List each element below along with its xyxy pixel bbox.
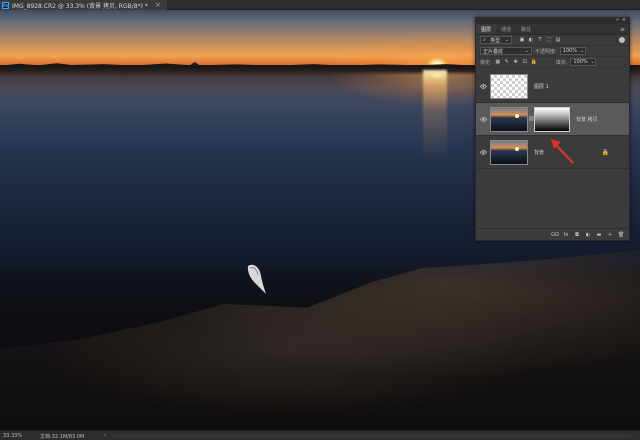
opacity-value: 100% [562,48,577,54]
layer-mask-thumbnail[interactable] [534,106,570,132]
layer-name[interactable]: 背景 [534,149,544,156]
layer-divider [476,168,629,169]
document-tab-title: IMG_8928.CR2 @ 33.3% (背景 拷贝, RGB/8*) * [12,2,148,10]
collapse-panel-icon[interactable]: « [616,17,619,23]
filter-kind-dropdown[interactable]: ⌕ 类型 ⌄ [480,36,512,44]
filter-icons: ▣ ◐ T ⛶ ▤ [519,37,561,43]
lock-icons: ▦ ✎ ✥ ⊡ 🔒 [495,59,537,65]
layer-name[interactable]: 图层 1 [534,83,549,90]
link-layers-icon[interactable]: GO [551,232,559,238]
group-icon[interactable]: ▬ [596,232,602,238]
lock-all-icon[interactable]: 🔒 [531,59,537,65]
lock-transparency-icon[interactable]: ▦ [495,59,501,65]
add-mask-icon[interactable]: ◘ [574,232,580,238]
layers-list: 图层 1 ⛓ 背景 拷贝 背景 🔒 [476,68,629,196]
layer-row[interactable]: 图层 1 [476,72,629,100]
document-tab-bar: Ps IMG_8928.CR2 @ 33.3% (背景 拷贝, RGB/8*) … [0,0,640,10]
panel-tabs: 图层 通道 路径 ≡ [476,24,629,35]
lock-icon[interactable]: 🔒 [602,149,609,156]
search-icon: ⌕ [483,37,486,43]
fill-value: 100% [573,59,588,65]
lock-fill-row: 锁定: ▦ ✎ ✥ ⊡ 🔒 填充: 100% ⌄ [476,57,629,68]
blend-opacity-row: 正片叠底 ⌄ 不透明度: 100% ⌄ [476,46,629,57]
fx-icon[interactable]: fx [563,232,569,238]
chevron-down-icon: ⌄ [504,37,509,43]
layer-row-selected[interactable]: ⛓ 背景 拷贝 [476,103,629,135]
close-tab-icon[interactable]: × [155,1,161,9]
blend-mode-value: 正片叠底 [483,48,504,55]
lock-pixels-icon[interactable]: ✎ [504,59,510,65]
document-size: 文档:32.1M/83.0M [40,434,85,440]
layers-panel: « × 图层 通道 路径 ≡ ⌕ 类型 ⌄ ▣ ◐ T ⛶ ▤ 正片叠底 ⌄ 不… [475,17,630,241]
blend-mode-dropdown[interactable]: 正片叠底 ⌄ [480,47,532,55]
opacity-label: 不透明度: [535,48,557,55]
smart-object-filter-icon[interactable]: ▤ [555,37,561,43]
layer-filter-row: ⌕ 类型 ⌄ ▣ ◐ T ⛶ ▤ [476,35,629,46]
lock-position-icon[interactable]: ✥ [513,59,519,65]
adjustment-filter-icon[interactable]: ◐ [528,37,534,43]
layer-thumbnail-photo [490,106,528,132]
image-filter-icon[interactable]: ▣ [519,37,525,43]
fill-label: 填充: [555,59,568,66]
eye-visibility-icon[interactable] [476,83,490,89]
tab-paths[interactable]: 路径 [516,24,536,34]
horizontal-scrollbar[interactable] [112,434,632,438]
lock-artboard-icon[interactable]: ⊡ [522,59,528,65]
opacity-input[interactable]: 100% ⌄ [559,47,586,55]
filter-toggle[interactable] [619,37,625,43]
status-more-icon[interactable]: › [104,432,106,439]
chevron-down-icon: ⌄ [579,48,585,54]
layer-name[interactable]: 背景 拷贝 [576,116,598,123]
tab-layers[interactable]: 图层 [476,24,497,34]
layer-thumbnail-transparent [490,73,528,99]
fill-input[interactable]: 100% ⌄ [570,58,597,66]
chevron-down-icon: ⌄ [590,59,595,65]
layer-row[interactable]: 背景 🔒 [476,138,629,166]
shape-filter-icon[interactable]: ⛶ [546,37,552,43]
new-layer-icon[interactable]: + [607,232,613,238]
panel-bottom-toolbar: GO fx ◘ ◐ ▬ + 🗑 [476,228,629,240]
zoom-level[interactable]: 33.33% [3,433,22,439]
filter-kind-value: 类型 [490,37,501,44]
eye-visibility-icon[interactable] [476,149,490,155]
document-tab[interactable]: Ps IMG_8928.CR2 @ 33.3% (背景 拷贝, RGB/8*) … [0,0,167,10]
tab-channels[interactable]: 通道 [496,24,516,34]
status-bar: 33.33% 文档:32.1M/83.0M › [0,430,640,440]
dead-fish [247,264,266,294]
type-filter-icon[interactable]: T [537,37,543,43]
close-panel-icon[interactable]: × [622,17,626,23]
delete-icon[interactable]: 🗑 [618,232,624,238]
photoshop-window: Ps IMG_8928.CR2 @ 33.3% (背景 拷贝, RGB/8*) … [0,0,640,440]
layer-divider [476,135,629,136]
lock-label: 锁定: [480,59,492,66]
sun-reflection [423,70,447,160]
chevron-down-icon: ⌄ [524,48,529,54]
panel-menu-icon[interactable]: ≡ [620,26,625,33]
rocky-shore [0,250,640,430]
layer-thumbnail-photo [490,139,528,165]
adjustment-layer-icon[interactable]: ◐ [585,232,591,238]
photoshop-file-icon: Ps [2,1,9,9]
eye-visibility-icon[interactable] [476,116,490,122]
